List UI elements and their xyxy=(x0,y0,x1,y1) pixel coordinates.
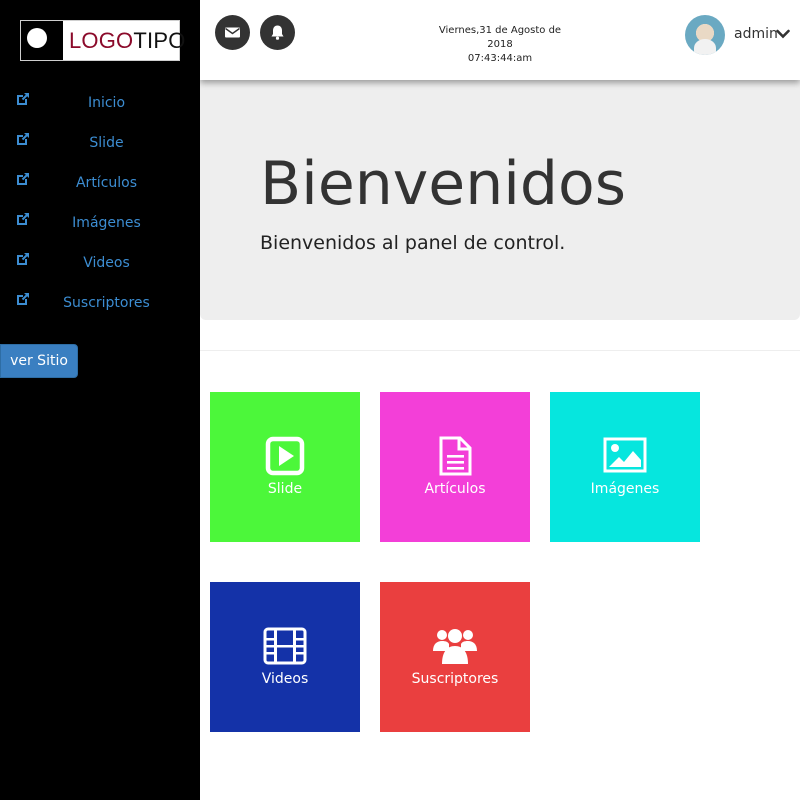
sidebar: LOGOTIPO Inicio Slide Artículos Imágenes… xyxy=(0,0,200,800)
avatar[interactable] xyxy=(685,15,725,55)
logo-text-part1: LOGO xyxy=(69,28,134,53)
tile-label: Suscriptores xyxy=(411,671,499,687)
tile-videos[interactable]: Videos xyxy=(210,582,360,732)
sidebar-item-label: Suscriptores xyxy=(63,295,150,311)
notifications-button[interactable] xyxy=(260,15,295,50)
chevron-down-icon[interactable] xyxy=(776,28,790,40)
messages-button[interactable] xyxy=(215,15,250,50)
current-time: 07:43:44:am xyxy=(467,53,533,64)
logo-mark xyxy=(21,21,63,60)
sidebar-item-label: Inicio xyxy=(87,95,126,111)
bell-icon xyxy=(271,25,284,40)
sidebar-item-inicio[interactable]: Inicio xyxy=(0,82,200,122)
tile-suscriptores[interactable]: Suscriptores xyxy=(380,582,530,732)
document-icon xyxy=(439,436,472,476)
sidebar-item-label: Videos xyxy=(83,255,130,271)
tile-slide[interactable]: Slide xyxy=(210,392,360,542)
logo-text: LOGOTIPO xyxy=(69,29,186,53)
tile-articulos[interactable]: Artículos xyxy=(380,392,530,542)
top-bar: Viernes,31 de Agosto de 2018 07:43:44:am… xyxy=(200,0,800,80)
sidebar-item-articulos[interactable]: Artículos xyxy=(0,162,200,202)
user-menu[interactable]: admin xyxy=(734,25,778,43)
sidebar-nav: Inicio Slide Artículos Imágenes Videos S… xyxy=(0,82,200,322)
view-site-button[interactable]: ver Sitio xyxy=(0,344,78,378)
users-icon xyxy=(433,629,477,664)
current-date: Viernes,31 de Agosto de 2018 xyxy=(438,25,562,50)
sidebar-item-label: Slide xyxy=(89,135,124,151)
welcome-jumbotron: Bienvenidos Bienvenidos al panel de cont… xyxy=(200,80,800,320)
image-icon xyxy=(603,437,647,473)
logo-text-part2: TIPO xyxy=(133,28,186,53)
tile-label: Artículos xyxy=(424,481,486,497)
sidebar-item-suscriptores[interactable]: Suscriptores xyxy=(0,282,200,322)
logo[interactable]: LOGOTIPO xyxy=(20,20,185,61)
tile-label: Imágenes xyxy=(590,481,660,497)
sidebar-item-slide[interactable]: Slide xyxy=(0,122,200,162)
tile-label: Slide xyxy=(267,481,303,497)
divider xyxy=(200,350,800,351)
tile-imagenes[interactable]: Imágenes xyxy=(550,392,700,542)
sidebar-item-videos[interactable]: Videos xyxy=(0,242,200,282)
play-square-icon xyxy=(265,436,305,476)
page-subtitle: Bienvenidos al panel de control. xyxy=(260,232,566,254)
page-title: Bienvenidos xyxy=(260,149,626,219)
sidebar-item-label: Imágenes xyxy=(72,215,141,231)
sidebar-item-imagenes[interactable]: Imágenes xyxy=(0,202,200,242)
tile-label: Videos xyxy=(261,671,309,687)
film-icon xyxy=(263,627,307,665)
sidebar-item-label: Artículos xyxy=(75,175,138,191)
date-time: Viernes,31 de Agosto de 2018 07:43:44:am xyxy=(425,24,575,66)
envelope-icon xyxy=(225,27,240,38)
